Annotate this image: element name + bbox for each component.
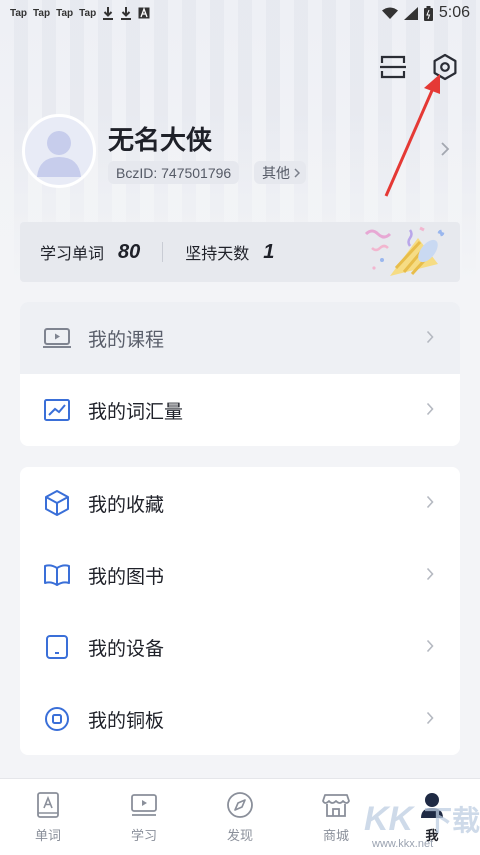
menu-item-my-coins[interactable]: 我的铜板 [20, 683, 460, 755]
words-learned-value: 80 [118, 240, 141, 263]
chevron-right-icon [426, 402, 434, 416]
nav-tab-study[interactable]: 学习 [96, 779, 192, 855]
battery-icon [423, 5, 433, 21]
nav-label: 单词 [34, 829, 61, 844]
menu-label: 我的铜板 [88, 709, 165, 732]
menu-item-my-vocabulary[interactable]: 我的词汇量 [20, 374, 460, 446]
trend-chart-icon [42, 395, 72, 425]
menu-item-my-books[interactable]: 我的图书 [20, 539, 460, 611]
menu-item-my-courses[interactable]: 我的课程 [20, 302, 460, 374]
nav-tab-discover[interactable]: 发现 [192, 779, 288, 855]
course-play-icon [42, 323, 72, 353]
clock: 5:06 [438, 4, 470, 21]
chevron-right-icon [426, 495, 434, 509]
compass-icon [227, 792, 253, 818]
bcz-id-badge[interactable]: BczID: 747501796 [108, 161, 240, 184]
notification-icons: Tap Tap Tap Tap [10, 6, 150, 20]
menu-item-my-devices[interactable]: 我的设备 [20, 611, 460, 683]
menu-label: 我的收藏 [88, 493, 165, 516]
words-learned-label: 学习单词 [40, 244, 105, 263]
wifi-icon [381, 7, 398, 19]
tap-notification: Tap [79, 7, 97, 19]
device-icon [42, 632, 72, 662]
party-popper-icon [364, 226, 445, 276]
nav-label: 发现 [226, 829, 253, 844]
menu-label: 我的词汇量 [88, 400, 184, 423]
status-bar: Tap Tap Tap Tap 5:06 [0, 0, 480, 26]
nav-label: 学习 [130, 829, 157, 844]
tap-notification: Tap [33, 7, 51, 19]
word-card-icon [37, 792, 59, 818]
chevron-right-icon [294, 167, 300, 178]
menu-label: 我的设备 [88, 637, 165, 660]
svg-text:KK: KK [364, 800, 416, 838]
cube-icon [42, 488, 72, 518]
study-screen-icon [131, 794, 157, 816]
other-label: 其他 [262, 165, 290, 182]
chevron-right-icon [426, 639, 434, 653]
username: 无名大侠 [108, 126, 213, 156]
svg-text:下载: 下载 [424, 804, 480, 837]
download-icon [103, 7, 114, 20]
tap-notification: Tap [56, 7, 74, 19]
annotation-arrow [384, 74, 440, 197]
watermark-url: www.kkx.net [372, 838, 434, 850]
nav-tab-words[interactable]: 单词 [0, 779, 96, 855]
menu-card-personal: 我的收藏 我的图书 我的设备 我的铜板 [20, 467, 460, 755]
tap-notification: Tap [10, 7, 28, 19]
default-avatar-icon [37, 131, 81, 177]
days-streak-label: 坚持天数 [185, 244, 250, 263]
nav-label: 商城 [322, 829, 349, 844]
book-icon [42, 560, 72, 590]
app-notification-icon [138, 7, 150, 19]
menu-card-study: 我的课程 我的词汇量 [20, 302, 460, 446]
signal-icon [403, 6, 418, 20]
menu-label: 我的课程 [88, 328, 165, 351]
chevron-right-icon [426, 330, 434, 344]
study-stats-card: 学习单词 80 坚持天数 1 [20, 222, 460, 282]
other-badge[interactable]: 其他 [254, 161, 306, 184]
menu-item-my-favorites[interactable]: 我的收藏 [20, 467, 460, 539]
avatar[interactable] [22, 114, 96, 188]
chevron-right-icon [426, 711, 434, 725]
coin-icon [42, 704, 72, 734]
watermark-logo: KK 下载 [364, 800, 480, 838]
menu-label: 我的图书 [88, 565, 165, 588]
download-icon [121, 7, 132, 20]
days-streak-value: 1 [263, 240, 275, 263]
system-status: 5:06 [381, 4, 470, 22]
stats-divider [162, 242, 164, 262]
store-icon [322, 794, 350, 817]
chevron-right-icon [426, 567, 434, 581]
